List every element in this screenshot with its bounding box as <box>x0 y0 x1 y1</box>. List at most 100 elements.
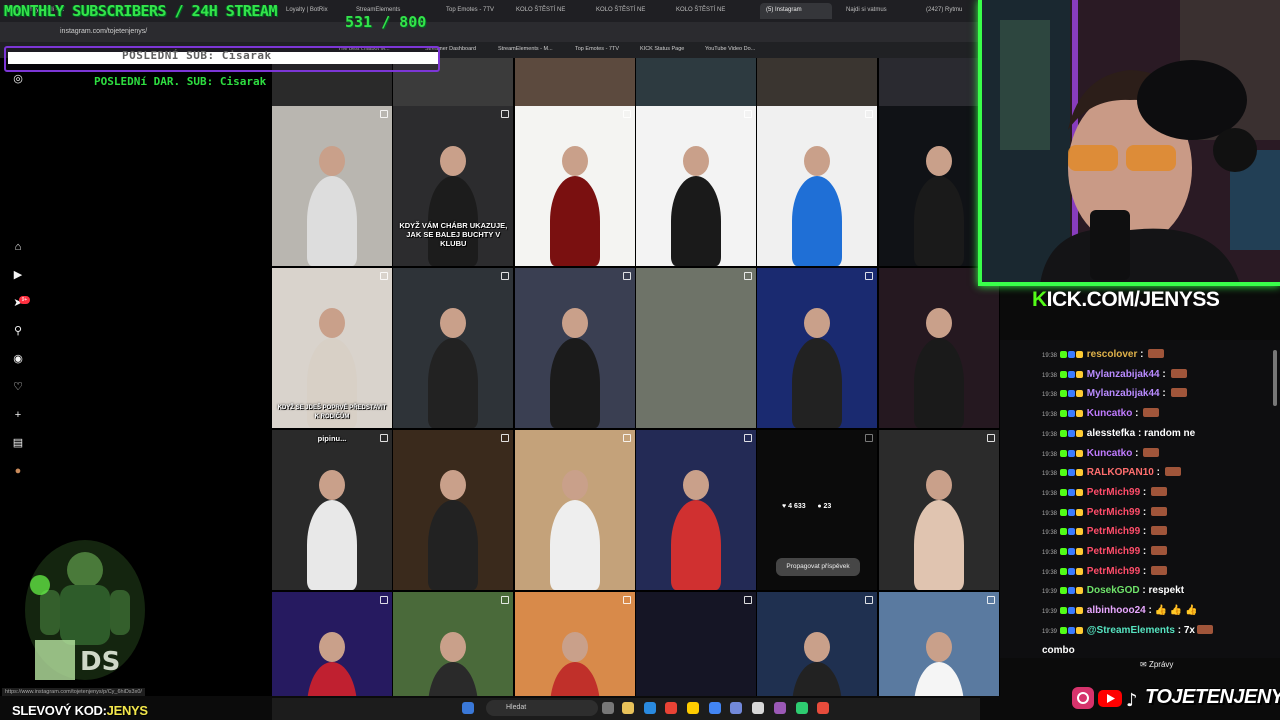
browser-tab[interactable]: KOLO ŠTĚSTÍ NE <box>590 3 662 19</box>
taskbar-app-icon[interactable] <box>730 702 742 714</box>
post-tile[interactable] <box>757 268 878 428</box>
chat-scrollbar[interactable] <box>1273 350 1277 406</box>
search-icon[interactable]: ⚲ <box>11 324 25 338</box>
chat-badge-icon <box>1060 567 1068 575</box>
post-tile[interactable] <box>757 106 878 266</box>
notifications-icon[interactable]: ♡ <box>11 380 25 394</box>
post-tile[interactable] <box>878 268 999 428</box>
bookmark-item[interactable]: Top Emotes - 7TV <box>575 46 619 52</box>
chat-username[interactable]: PetrMich99 <box>1084 507 1140 518</box>
explore-icon[interactable]: ◉ <box>11 352 25 366</box>
chat-message: 19:38 PetrMich99 : <box>1042 565 1168 579</box>
promote-post-button[interactable]: Propagovat příspěvek <box>776 558 860 576</box>
post-tile[interactable] <box>635 106 756 266</box>
post-tile[interactable] <box>272 106 392 266</box>
browser-tab[interactable]: Najdi si vatmus <box>840 3 912 19</box>
bookmark-item[interactable]: KICK Status Page <box>640 46 684 52</box>
instagram-logo-icon <box>1072 687 1094 709</box>
chat-badge-icon <box>1076 567 1084 575</box>
kick-channel-url: KICK.COM/JENYSS <box>1032 288 1220 311</box>
taskbar-app-icon[interactable] <box>774 702 786 714</box>
chat-emote-icon <box>1151 526 1168 536</box>
chat-username[interactable]: Kuncatko <box>1084 448 1133 459</box>
taskbar-app-icon[interactable] <box>796 702 808 714</box>
create-icon[interactable]: + <box>11 408 25 422</box>
chat-username[interactable]: PetrMich99 <box>1084 566 1140 577</box>
chat-username[interactable]: albinhooo24 <box>1084 605 1146 616</box>
taskbar-app-icon[interactable] <box>622 702 634 714</box>
chat-badge-icon <box>1076 488 1084 496</box>
chat-timestamp: 19:38 <box>1042 471 1058 478</box>
post-tile[interactable] <box>635 268 756 428</box>
post-tile[interactable] <box>514 430 635 590</box>
chat-badge-icon <box>1068 469 1076 477</box>
post-tile[interactable] <box>514 592 635 696</box>
post-tile[interactable] <box>393 430 514 590</box>
chat-username[interactable]: PetrMich99 <box>1084 487 1140 498</box>
messages-icon: ✉ <box>1140 660 1147 669</box>
post-tile[interactable] <box>878 430 999 590</box>
bookmark-item[interactable]: YouTube Video Do... <box>705 46 755 52</box>
address-bar[interactable]: instagram.com/tojetenjenys/ <box>0 22 980 42</box>
instagram-icon[interactable]: ◎ <box>11 72 25 86</box>
post-tile[interactable]: KDYŽ VÁM CHÁBR UKAZUJE, JAK SE BALEJ BUC… <box>393 106 514 266</box>
chat-username[interactable]: Mylanzabijak44 <box>1084 369 1160 380</box>
home-icon[interactable]: ⌂ <box>11 240 25 254</box>
chat-badge-icon <box>1076 626 1084 634</box>
taskbar-app-icon[interactable] <box>644 702 656 714</box>
reels-icon[interactable]: ▶ <box>11 268 25 282</box>
comment-icon: ● <box>817 503 822 510</box>
post-tile[interactable]: pipinu... <box>272 430 392 590</box>
chat-badge-icon <box>1068 429 1076 437</box>
browser-tab[interactable]: (5) Instagram <box>760 3 832 19</box>
chat-message: 19:39 @StreamElements : 7x <box>1042 624 1213 638</box>
post-tile[interactable] <box>635 592 756 696</box>
chat-username[interactable]: alesstefka <box>1084 428 1135 439</box>
post-tile[interactable] <box>757 592 878 696</box>
chat-username[interactable]: DosekGOD <box>1084 585 1140 596</box>
chat-badge-icon <box>1068 488 1076 496</box>
chat-username[interactable]: RALKOPAN10 <box>1084 467 1154 478</box>
chat-username[interactable]: PetrMich99 <box>1084 526 1140 537</box>
post-tile[interactable] <box>272 592 392 696</box>
chat-username[interactable]: Kuncatko <box>1084 408 1133 419</box>
chat-timestamp: 19:38 <box>1042 412 1058 419</box>
url-text[interactable]: instagram.com/tojetenjenys/ <box>60 28 147 35</box>
post-tile[interactable] <box>514 268 635 428</box>
profile-icon[interactable]: ● <box>11 464 25 478</box>
chat-message: 19:38 alesstefka : random ne <box>1042 427 1196 439</box>
taskbar-app-icon[interactable] <box>817 702 829 714</box>
chat-badge-icon <box>1068 567 1076 575</box>
browser-tab[interactable]: (2427) Rytmu <box>920 3 980 19</box>
chat-username[interactable]: rescolover <box>1084 349 1138 360</box>
messages-button[interactable]: ✉ Zprávy <box>1140 660 1173 669</box>
post-tile[interactable] <box>393 592 514 696</box>
post-tile[interactable] <box>393 268 514 428</box>
chat-username[interactable]: PetrMich99 <box>1084 546 1140 557</box>
post-caption: pipinu... <box>317 434 347 443</box>
browser-tab[interactable]: KOLO ŠTĚSTÍ NE <box>510 3 582 19</box>
taskbar-app-icon[interactable] <box>752 702 764 714</box>
taskbar-app-icon[interactable] <box>687 702 699 714</box>
taskbar-app-icon[interactable] <box>709 702 721 714</box>
chat-message: 19:38 Kuncatko : <box>1042 407 1160 421</box>
taskbar-app-icon[interactable] <box>462 702 474 714</box>
chat-username[interactable]: @StreamElements <box>1084 625 1175 636</box>
post-tile[interactable] <box>878 592 999 696</box>
post-tile[interactable] <box>514 106 635 266</box>
browser-tab[interactable]: Top Emotes - 7TV <box>440 3 502 19</box>
chat-username[interactable]: Mylanzabijak44 <box>1084 388 1160 399</box>
taskbar-app-icon[interactable] <box>665 702 677 714</box>
dashboard-icon[interactable]: ▤ <box>11 436 25 450</box>
taskbar-search[interactable]: Hledat <box>486 700 598 716</box>
post-tile[interactable] <box>635 430 756 590</box>
browser-tab[interactable]: KOLO ŠTĚSTÍ NE <box>670 3 750 19</box>
chat-emote-icon <box>1170 388 1187 398</box>
chat-text: respekt <box>1148 585 1185 597</box>
chat-badge-icon <box>1076 429 1084 437</box>
taskbar-app-icon[interactable] <box>602 702 614 714</box>
post-tile[interactable]: KDYŽ SE JDEŠ POPRVÉ PŘEDSTAVIT K RODIČŮM <box>272 268 392 428</box>
bookmark-item[interactable]: StreamElements - M... <box>498 46 553 52</box>
chat-badge-icon <box>1076 469 1084 477</box>
last-donate-text: POSLEDNí DAR. SUB: Cisarak <box>94 75 267 88</box>
